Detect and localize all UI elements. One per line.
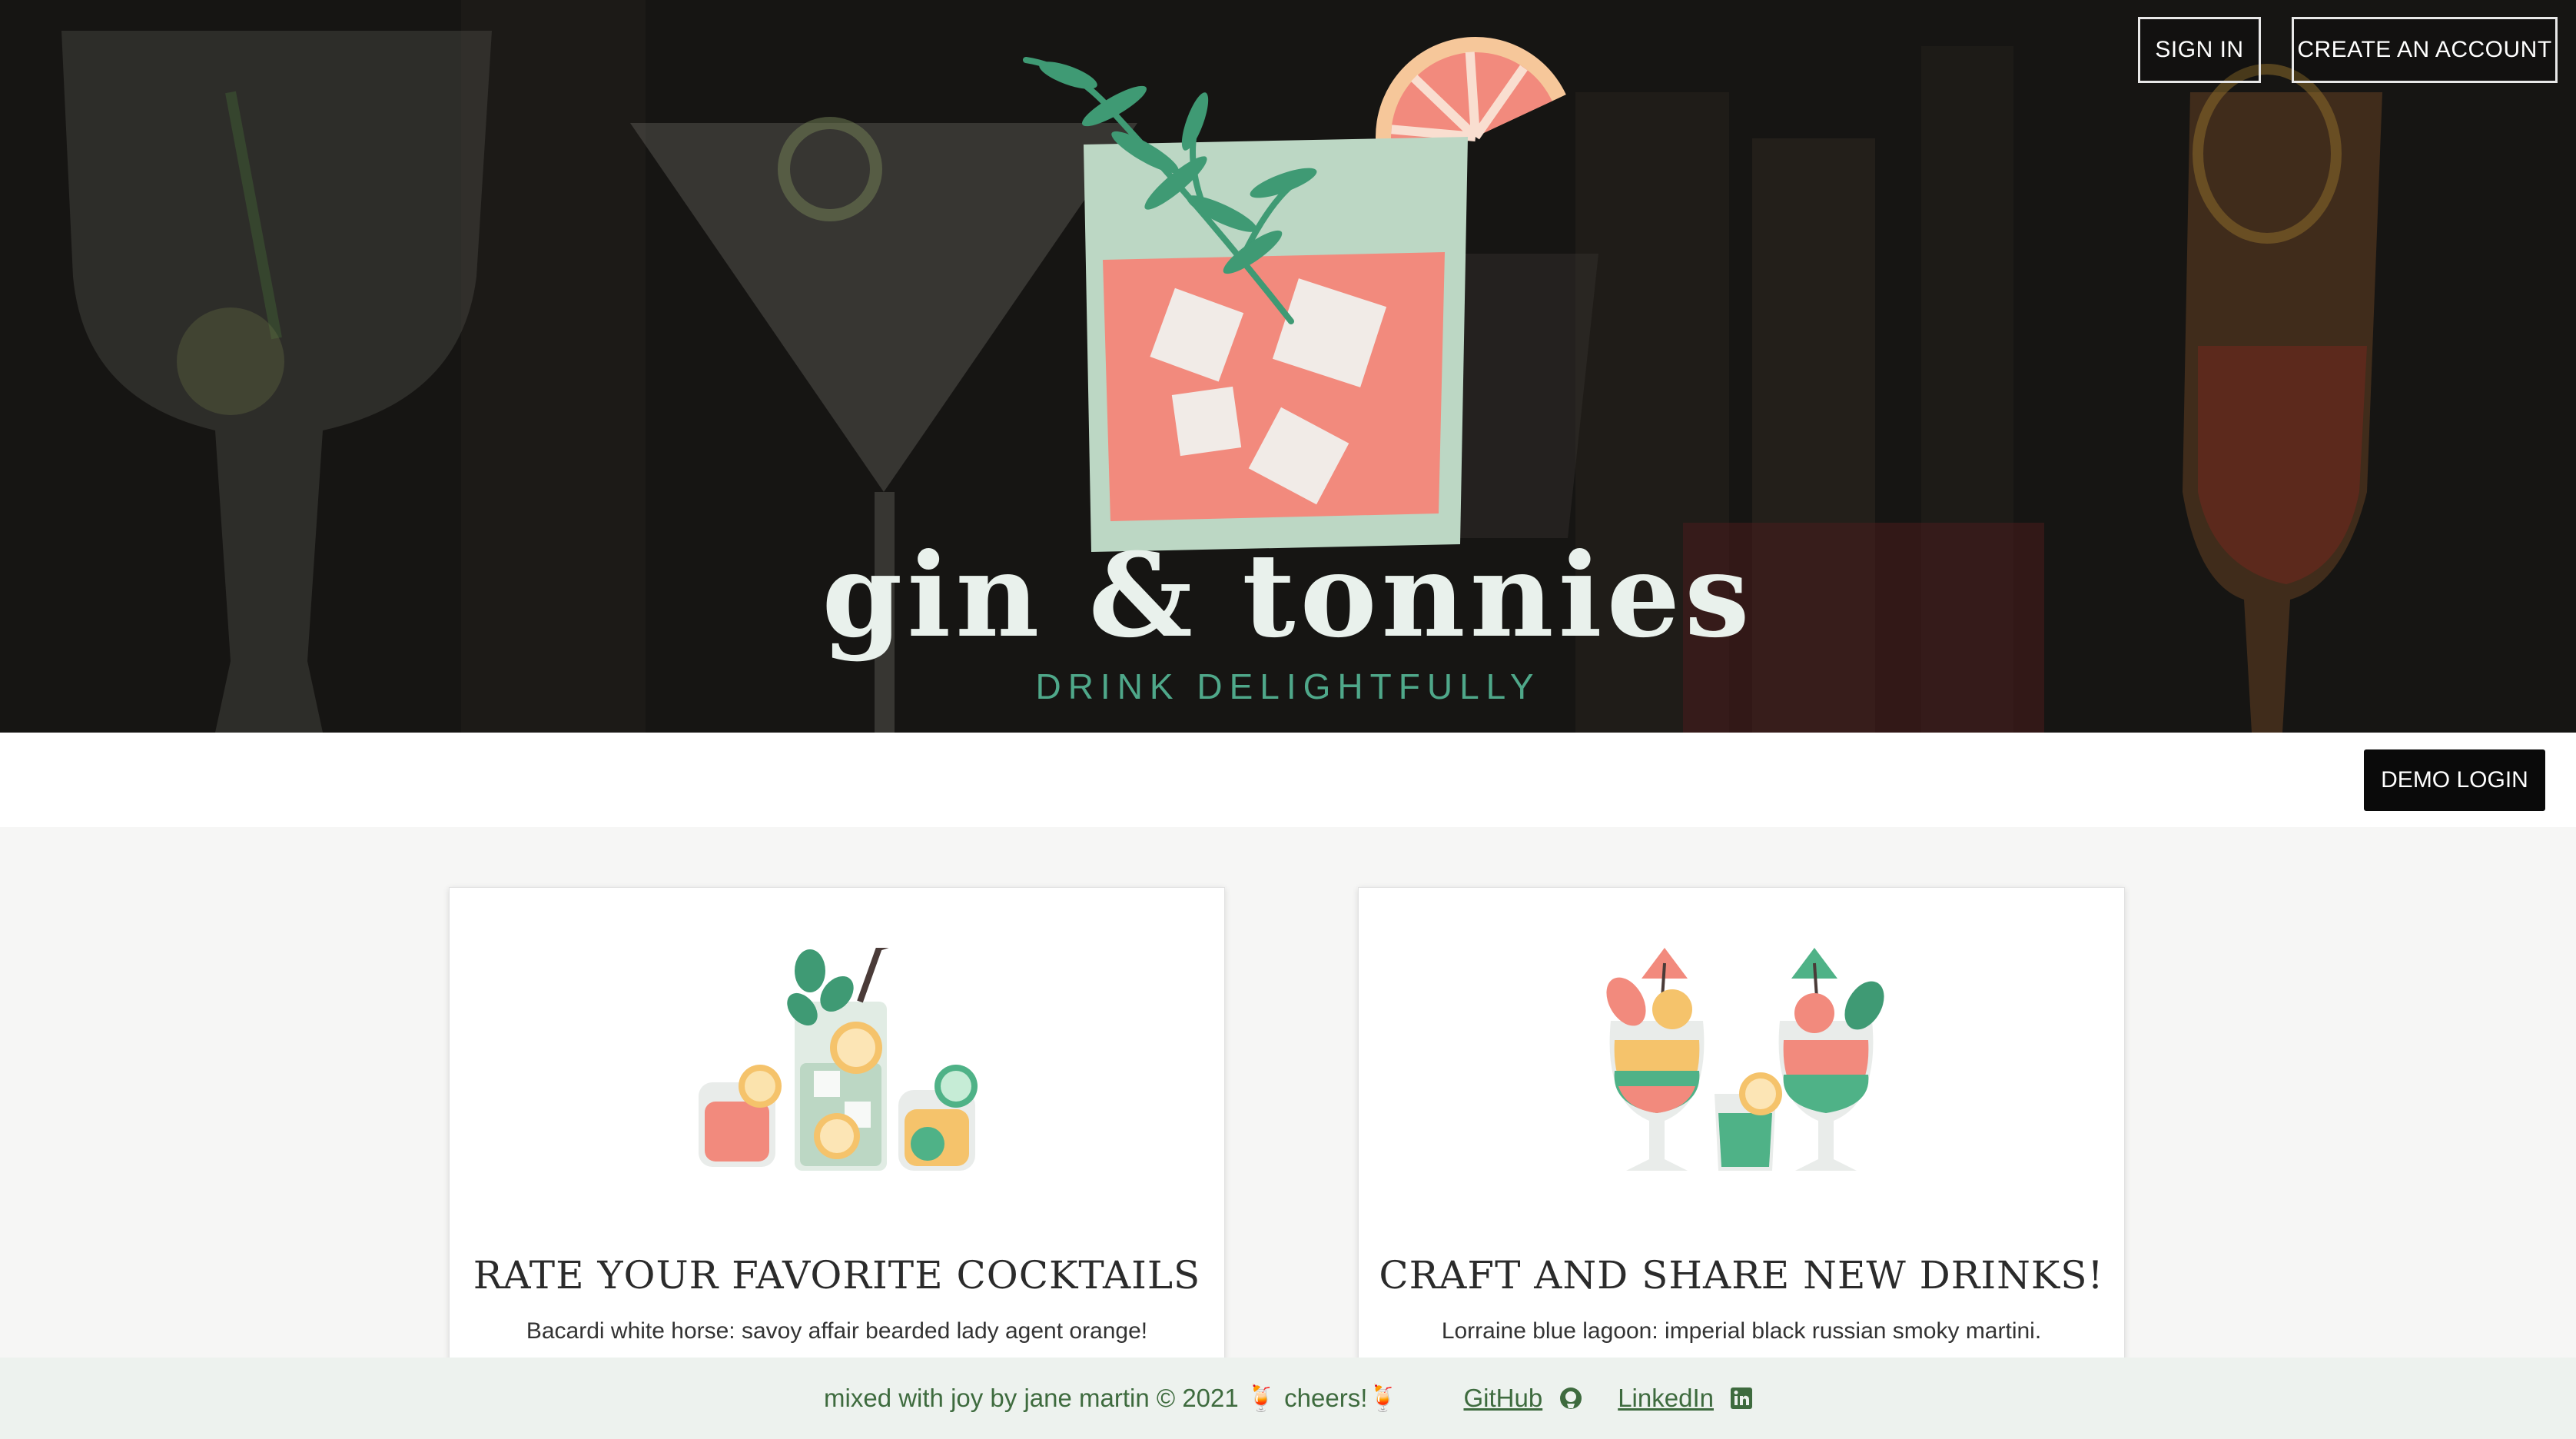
feature-card-rate: RATE YOUR FAVORITE COCKTAILS Bacardi whi… <box>449 887 1225 1364</box>
brand-name: gin & tonnies <box>822 528 1754 663</box>
feature-card-craft: CRAFT AND SHARE NEW DRINKS! Lorraine blu… <box>1358 887 2125 1364</box>
github-link[interactable]: GitHub <box>1463 1384 1542 1413</box>
hero-banner: gin & tonnies DRINK DELIGHTFULLY SIGN IN… <box>0 0 2576 733</box>
footer-credit: mixed with joy by jane martin © 2021 🍹 c… <box>824 1383 1399 1412</box>
demo-login-bar: DEMO LOGIN <box>0 733 2576 827</box>
demo-login-button[interactable]: DEMO LOGIN <box>2364 749 2545 811</box>
linkedin-link[interactable]: LinkedIn <box>1618 1384 1714 1413</box>
github-link-group: GitHub <box>1463 1384 1582 1413</box>
cocktail-glasses-illustration <box>699 948 978 1171</box>
feature-text-craft: Lorraine blue lagoon: imperial black rus… <box>1441 1318 2042 1344</box>
footer: mixed with joy by jane martin © 2021 🍹 c… <box>0 1358 2576 1439</box>
brand-tagline: DRINK DELIGHTFULLY <box>1035 666 1541 706</box>
feature-text-rate: Bacardi white horse: savoy affair bearde… <box>526 1318 1148 1344</box>
create-account-button[interactable]: CREATE AN ACCOUNT <box>2292 17 2558 83</box>
linkedin-link-group: LinkedIn <box>1618 1384 1752 1413</box>
linkedin-icon[interactable] <box>1730 1387 1752 1409</box>
github-icon[interactable] <box>1559 1387 1582 1410</box>
tropical-drinks-illustration <box>1606 948 1884 1171</box>
sign-in-button[interactable]: SIGN IN <box>2138 17 2261 83</box>
feature-title-rate: RATE YOUR FAVORITE COCKTAILS <box>473 1253 1201 1298</box>
gin-glass-logo <box>1023 37 1566 552</box>
feature-title-craft: CRAFT AND SHARE NEW DRINKS! <box>1379 1253 2104 1298</box>
